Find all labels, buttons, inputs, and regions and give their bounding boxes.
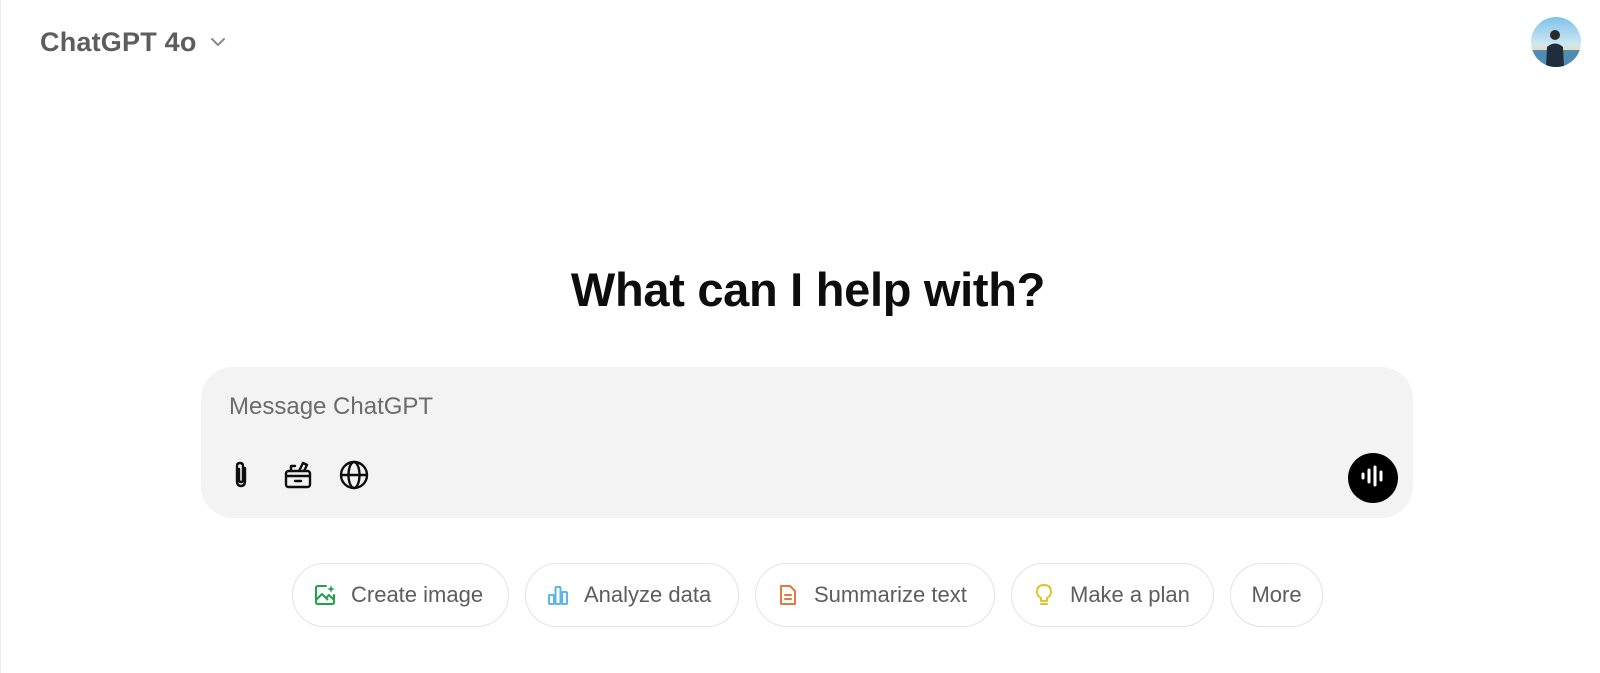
voice-waveform-icon [1360, 465, 1386, 492]
suggestion-create-image[interactable]: Create image [292, 563, 509, 627]
chatgpt-home: ChatGPT 4o What can I help with? Message… [0, 0, 1600, 673]
model-switcher[interactable]: ChatGPT 4o [28, 20, 241, 64]
suggestion-more[interactable]: More [1230, 563, 1323, 627]
message-input[interactable] [229, 387, 1329, 427]
suggestion-make-plan[interactable]: Make a plan [1011, 563, 1214, 627]
user-avatar[interactable] [1531, 17, 1581, 67]
attach-button[interactable] [222, 457, 262, 497]
bar-chart-icon [546, 583, 570, 607]
lightbulb-icon [1032, 583, 1056, 607]
toolbox-icon [282, 459, 314, 496]
globe-icon [338, 459, 370, 496]
suggestion-label: More [1251, 582, 1302, 607]
paperclip-icon [228, 460, 256, 495]
suggestion-label: Summarize text [814, 582, 967, 607]
create-image-icon [313, 583, 337, 607]
page-title: What can I help with? [570, 263, 1046, 316]
sidebar-edge [0, 0, 1, 673]
suggestion-label: Create image [351, 582, 484, 607]
suggestion-analyze-data[interactable]: Analyze data [525, 563, 739, 627]
model-name: ChatGPT 4o [40, 26, 197, 57]
tools-button[interactable] [278, 457, 318, 497]
chevron-down-icon [207, 31, 229, 53]
suggestion-summarize-text[interactable]: Summarize text [755, 563, 995, 627]
search-web-button[interactable] [334, 457, 374, 497]
voice-mode-button[interactable] [1348, 453, 1398, 503]
message-composer [201, 367, 1413, 518]
document-icon [776, 583, 800, 607]
suggestion-label: Make a plan [1070, 582, 1190, 607]
suggestion-label: Analyze data [584, 582, 712, 607]
